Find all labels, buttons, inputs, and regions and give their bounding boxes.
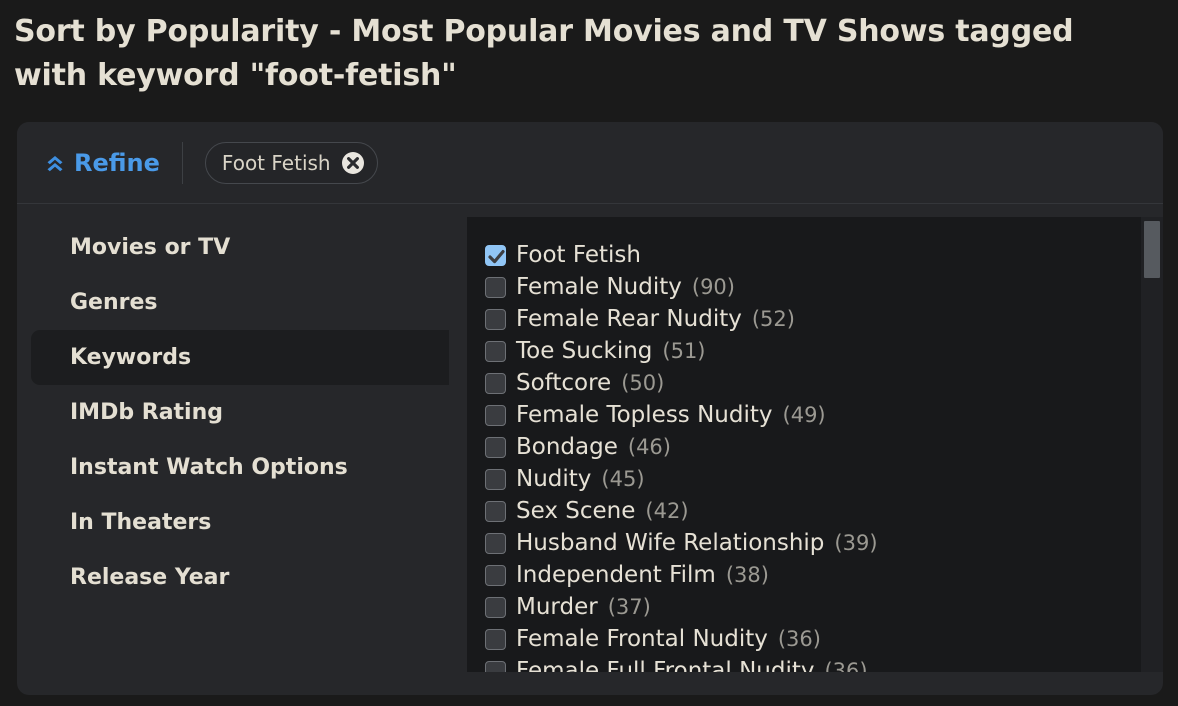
checkbox-unchecked-icon[interactable] [485,500,506,522]
checkbox-unchecked-icon[interactable] [485,532,506,554]
sidebar-item-genres[interactable]: Genres [31,275,449,330]
keyword-option-row[interactable]: Independent Film (38) [485,559,1163,591]
keyword-option-count: (38) [725,562,769,587]
refine-label: Refine [74,148,160,177]
sidebar-item-in-theaters[interactable]: In Theaters [31,495,449,550]
keyword-option-count: (37) [607,594,651,619]
keyword-option-row[interactable]: Female Frontal Nudity (36) [485,623,1163,655]
keyword-option-label: Bondage [516,433,618,460]
double-chevron-up-icon [45,153,65,173]
checkbox-unchecked-icon[interactable] [485,308,506,330]
keyword-option-count: (49) [782,402,826,427]
keyword-option-label: Independent Film [516,561,716,588]
keyword-option-row[interactable]: Female Full Frontal Nudity (36) [485,655,1163,672]
keyword-option-label: Toe Sucking [516,337,653,364]
facet-label: Instant Watch Options [70,455,348,480]
keyword-option-count: (36) [777,626,821,651]
keyword-option-label: Husband Wife Relationship [516,529,825,556]
keyword-option-count: (51) [662,338,706,363]
refine-panel: Refine Foot Fetish Movies or TV Genres K… [17,122,1163,695]
keyword-option-count: (46) [627,434,671,459]
keyword-option-count: (50) [621,370,665,395]
sidebar-item-keywords[interactable]: Keywords [31,330,449,385]
sidebar-item-release-year[interactable]: Release Year [31,550,449,605]
circle-x-icon[interactable] [341,151,365,175]
checkbox-unchecked-icon[interactable] [485,340,506,362]
page-title: Sort by Popularity - Most Popular Movies… [14,14,1074,94]
keyword-option-row[interactable]: Female Topless Nudity (49) [485,399,1163,431]
keyword-option-row[interactable]: Murder (37) [485,591,1163,623]
keyword-list-scrollbar-thumb[interactable] [1144,221,1160,278]
keyword-option-row[interactable]: Female Nudity (90) [485,271,1163,303]
keyword-option-row[interactable]: Bondage (46) [485,431,1163,463]
keyword-option-row[interactable]: Nudity (45) [485,463,1163,495]
keyword-options-panel: Foot Fetish Female Nudity (90) Female Rear … [467,217,1163,672]
keyword-option-count: (42) [645,498,689,523]
facet-label: Movies or TV [70,235,231,260]
refine-body: Movies or TV Genres Keywords IMDb Rating… [17,204,1163,694]
sidebar-item-instant-watch-options[interactable]: Instant Watch Options [31,440,449,495]
keyword-option-label: Female Frontal Nudity [516,625,768,652]
checkbox-unchecked-icon[interactable] [485,596,506,618]
keyword-option-count: (90) [691,274,735,299]
keyword-option-row[interactable]: Husband Wife Relationship (39) [485,527,1163,559]
checkbox-checked-icon[interactable] [485,244,506,266]
checkbox-unchecked-icon[interactable] [485,628,506,650]
keyword-options-scroll-area[interactable]: Foot Fetish Female Nudity (90) Female Rear … [467,217,1163,672]
refine-header-bar: Refine Foot Fetish [17,122,1163,204]
keyword-option-label: Murder [516,593,598,620]
checkbox-unchecked-icon[interactable] [485,468,506,490]
keyword-option-label: Nudity [516,465,592,492]
keyword-option-row[interactable]: Female Rear Nudity (52) [485,303,1163,335]
checkbox-unchecked-icon[interactable] [485,276,506,298]
checkbox-unchecked-icon[interactable] [485,372,506,394]
keyword-option-count: (36) [824,658,868,672]
checkbox-unchecked-icon[interactable] [485,660,506,672]
keyword-option-label: Foot Fetish [516,241,641,268]
checkbox-unchecked-icon[interactable] [485,436,506,458]
keyword-option-label: Female Topless Nudity [516,401,773,428]
keyword-option-row[interactable]: Sex Scene (42) [485,495,1163,527]
keyword-option-label: Sex Scene [516,497,636,524]
sidebar-item-imdb-rating[interactable]: IMDb Rating [31,385,449,440]
facet-label: Keywords [70,345,192,370]
keyword-option-row[interactable]: Foot Fetish [485,239,1163,271]
keyword-option-row[interactable]: Softcore (50) [485,367,1163,399]
keyword-option-row[interactable]: Toe Sucking (51) [485,335,1163,367]
checkbox-unchecked-icon[interactable] [485,404,506,426]
keyword-option-label: Softcore [516,369,612,396]
keyword-option-count: (39) [834,530,878,555]
keyword-option-label: Female Nudity [516,273,682,300]
facet-label: In Theaters [70,510,212,535]
keyword-list-scrollbar-track[interactable] [1141,217,1163,672]
facet-label: Release Year [70,565,230,590]
sidebar-item-movies-or-tv[interactable]: Movies or TV [31,220,449,275]
facet-label: IMDb Rating [70,400,224,425]
checkbox-unchecked-icon[interactable] [485,564,506,586]
refine-divider [181,141,183,184]
refine-toggle-button[interactable]: Refine [45,151,182,175]
active-filter-chip-foot-fetish[interactable]: Foot Fetish [204,141,378,184]
facet-category-list: Movies or TV Genres Keywords IMDb Rating… [17,204,449,694]
keyword-option-count: (45) [601,466,645,491]
keyword-option-label: Female Rear Nudity [516,305,742,332]
keyword-option-label: Female Full Frontal Nudity [516,657,815,672]
keyword-option-count: (52) [751,306,795,331]
active-filter-chip-label: Foot Fetish [221,150,331,175]
facet-label: Genres [70,290,158,315]
